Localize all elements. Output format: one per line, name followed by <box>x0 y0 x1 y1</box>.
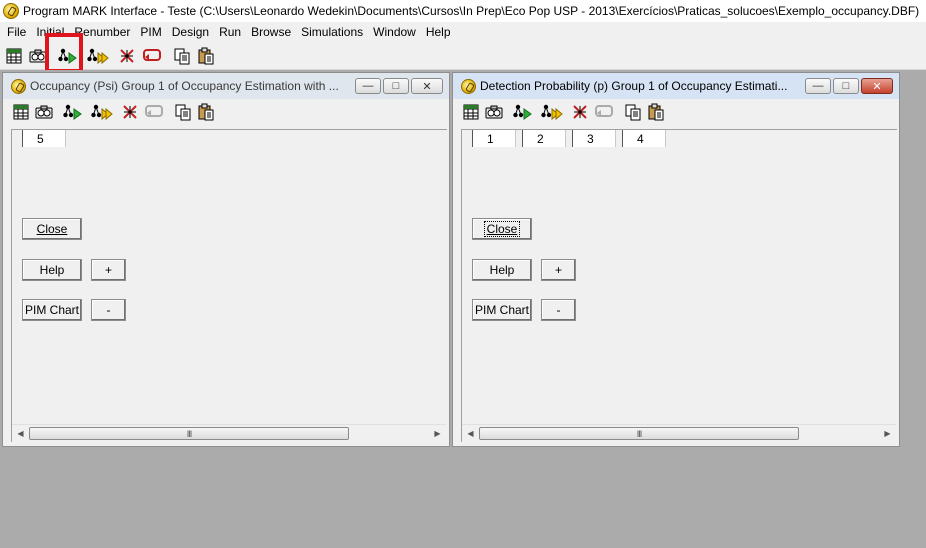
camera-icon[interactable] <box>32 101 55 123</box>
menu-run[interactable]: Run <box>214 22 246 42</box>
run-current-icon[interactable] <box>540 101 563 123</box>
p-window-title: Detection Probability (p) Group 1 of Occ… <box>480 79 788 93</box>
camera-icon[interactable] <box>26 44 50 68</box>
close-button[interactable]: Close <box>472 218 532 240</box>
run-icon[interactable] <box>56 44 80 68</box>
restore-button[interactable]: □ <box>383 78 409 94</box>
mdi-client-area: Occupancy (Psi) Group 1 of Occupancy Est… <box>0 70 926 548</box>
mark-app-icon <box>3 3 19 19</box>
psi-window-title: Occupancy (Psi) Group 1 of Occupancy Est… <box>30 79 339 93</box>
plus-button[interactable]: + <box>541 259 576 281</box>
menu-pim[interactable]: PIM <box>135 22 166 42</box>
scroll-left-arrow[interactable]: ◀ <box>12 425 29 442</box>
p-pim-window: Detection Probability (p) Group 1 of Occ… <box>452 72 900 447</box>
app-titlebar: Program MARK Interface - Teste (C:\Users… <box>0 0 926 22</box>
spreadsheet-icon[interactable] <box>459 101 482 123</box>
spreadsheet-icon[interactable] <box>2 44 26 68</box>
scrollbar-thumb[interactable]: III <box>479 427 799 440</box>
pim-cell[interactable]: 3 <box>572 130 616 147</box>
scroll-right-arrow[interactable]: ▶ <box>429 425 446 442</box>
app-title: Program MARK Interface - Teste (C:\Users… <box>23 4 920 18</box>
copy-icon[interactable] <box>170 44 194 68</box>
menu-help[interactable]: Help <box>421 22 456 42</box>
restore-button[interactable]: □ <box>833 78 859 94</box>
menu-renumber[interactable]: Renumber <box>69 22 135 42</box>
camera-icon[interactable] <box>482 101 505 123</box>
menu-design[interactable]: Design <box>167 22 214 42</box>
scroll-right-arrow[interactable]: ▶ <box>879 425 896 442</box>
paste-icon[interactable] <box>194 101 217 123</box>
p-window-titlebar[interactable]: Detection Probability (p) Group 1 of Occ… <box>453 73 899 99</box>
scroll-left-arrow[interactable]: ◀ <box>462 425 479 442</box>
mark-app-icon <box>11 78 26 94</box>
plus-button[interactable]: + <box>91 259 126 281</box>
spreadsheet-icon[interactable] <box>9 101 32 123</box>
run-current-icon[interactable] <box>86 44 110 68</box>
help-button[interactable]: Help <box>22 259 82 281</box>
menu-window[interactable]: Window <box>368 22 421 42</box>
menu-initial[interactable]: Initial <box>31 22 69 42</box>
minus-button[interactable]: - <box>541 299 576 321</box>
paste-icon[interactable] <box>194 44 218 68</box>
minus-button[interactable]: - <box>91 299 126 321</box>
mark-app-icon <box>461 78 476 94</box>
psi-pim-client: 5 Close Help + PIM Chart - ◀ III ▶ <box>11 129 447 442</box>
close-window-button[interactable]: ✕ <box>861 78 893 94</box>
copy-icon[interactable] <box>621 101 644 123</box>
delete-pim-icon[interactable] <box>119 101 142 123</box>
pim-cell[interactable]: 1 <box>472 130 516 147</box>
menu-simulations[interactable]: Simulations <box>296 22 368 42</box>
close-window-button[interactable]: ✕ <box>411 78 443 94</box>
paste-icon[interactable] <box>644 101 667 123</box>
horizontal-scrollbar[interactable]: ◀ III ▶ <box>462 424 896 441</box>
minimize-button[interactable]: — <box>355 78 381 94</box>
undo-icon[interactable] <box>592 101 615 123</box>
menubar: File Initial Renumber PIM Design Run Bro… <box>0 22 926 42</box>
pim-cell[interactable]: 4 <box>622 130 666 147</box>
p-pim-client: 1 2 3 4 Close Help + PIM Chart - ◀ III ▶ <box>461 129 897 442</box>
main-toolbar <box>0 42 926 70</box>
copy-icon[interactable] <box>171 101 194 123</box>
delete-pim-icon[interactable] <box>116 44 140 68</box>
menu-browse[interactable]: Browse <box>246 22 296 42</box>
psi-window-toolbar <box>3 99 449 125</box>
pim-cell[interactable]: 2 <box>522 130 566 147</box>
pim-cell-row: 1 2 3 4 <box>472 130 672 147</box>
horizontal-scrollbar[interactable]: ◀ III ▶ <box>12 424 446 441</box>
scrollbar-thumb[interactable]: III <box>29 427 349 440</box>
undo-icon[interactable] <box>142 101 165 123</box>
undo-icon[interactable] <box>140 44 164 68</box>
psi-pim-window: Occupancy (Psi) Group 1 of Occupancy Est… <box>2 72 450 447</box>
delete-pim-icon[interactable] <box>569 101 592 123</box>
close-button[interactable]: Close <box>22 218 82 240</box>
psi-window-titlebar[interactable]: Occupancy (Psi) Group 1 of Occupancy Est… <box>3 73 449 99</box>
pim-chart-button[interactable]: PIM Chart <box>22 299 82 321</box>
run-icon[interactable] <box>61 101 84 123</box>
pim-cell[interactable]: 5 <box>22 130 66 147</box>
run-current-icon[interactable] <box>90 101 113 123</box>
run-icon[interactable] <box>511 101 534 123</box>
p-window-toolbar <box>453 99 899 125</box>
pim-chart-button[interactable]: PIM Chart <box>472 299 532 321</box>
help-button[interactable]: Help <box>472 259 532 281</box>
menu-file[interactable]: File <box>2 22 31 42</box>
pim-cell-row: 5 <box>22 130 72 147</box>
minimize-button[interactable]: — <box>805 78 831 94</box>
